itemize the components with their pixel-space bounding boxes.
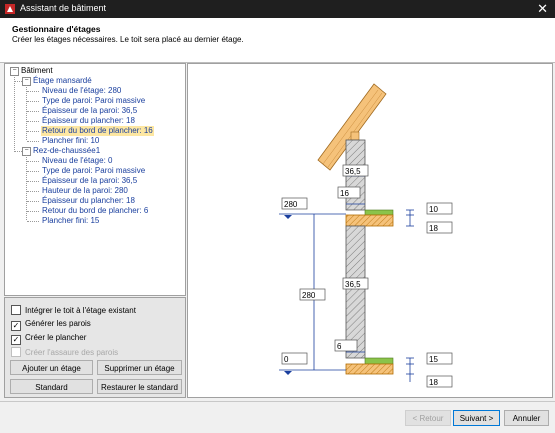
dim-upper-wall-thickness[interactable]: 36,5 [342, 164, 369, 177]
dim-upper-finish[interactable]: 10 [426, 202, 453, 215]
checkbox-label: Générer les parois [25, 319, 91, 328]
svg-text:36,5: 36,5 [345, 167, 361, 176]
close-icon[interactable]: ✕ [537, 1, 548, 17]
tree-item[interactable]: Plancher fini: 15 [42, 216, 99, 226]
upper-floor-finish [364, 209, 394, 216]
dim-wall-height[interactable]: 280 [299, 288, 326, 301]
tree-root[interactable]: Bâtiment [21, 66, 53, 76]
checkbox-icon[interactable] [11, 305, 21, 315]
dim-lower-finish[interactable]: 15 [426, 352, 453, 365]
title-bar: Assistant de bâtiment ✕ [0, 0, 555, 18]
dim-lower-level[interactable]: 0 [281, 352, 308, 365]
tree-floor-ground[interactable]: Rez-de-chaussée1 [33, 146, 100, 156]
app-icon [5, 4, 15, 14]
tree-item[interactable]: Type de paroi: Paroi massive [42, 166, 145, 176]
tree-item-selected[interactable]: Retour du bord de plancher: 16 [41, 126, 154, 136]
standard-button[interactable]: Standard [10, 379, 93, 394]
generate-walls-checkbox[interactable]: ✓ Générer les parois [11, 319, 91, 331]
options-panel: Intégrer le toit à l'étage existant ✓ Gén… [4, 297, 186, 398]
cancel-button[interactable]: Annuler [504, 410, 549, 426]
dim-lower-wall-thickness[interactable]: 36,5 [342, 277, 369, 290]
checkmark-icon[interactable]: ✓ [11, 321, 21, 331]
tree-item[interactable]: Épaisseur du plancher: 18 [42, 196, 135, 206]
create-floor-checkbox[interactable]: ✓ Créer le plancher [11, 333, 86, 345]
tree-item[interactable]: Épaisseur du plancher: 18 [42, 116, 135, 126]
floor-tree[interactable]: − Bâtiment − Étage mansardé Niveau de l'… [4, 63, 186, 296]
level-marker-icon [284, 215, 292, 219]
svg-text:36,5: 36,5 [345, 280, 361, 289]
svg-text:10: 10 [429, 205, 438, 214]
checkbox-label: Créer l'assaure des parois [25, 348, 119, 357]
window-title: Assistant de bâtiment [20, 3, 107, 13]
svg-text:16: 16 [340, 189, 349, 198]
delete-floor-button[interactable]: Supprimer un étage [97, 360, 182, 375]
page-subtitle: Créer les étages nécessaires. Le toit se… [12, 35, 244, 44]
dim-upper-level[interactable]: 280 [281, 197, 308, 210]
dim-lower-floor-return[interactable]: 6 [334, 339, 358, 352]
expand-root-icon[interactable]: − [10, 67, 19, 76]
level-marker-icon [284, 371, 292, 375]
tree-item[interactable]: Plancher fini: 10 [42, 136, 99, 146]
checkbox-label: Créer le plancher [25, 333, 87, 342]
svg-text:15: 15 [429, 355, 438, 364]
wizard-footer: < Retour Suivant > Annuler [0, 401, 555, 433]
checkbox-label: Intégrer le toit à l'étage existant [25, 306, 136, 315]
tree-item[interactable]: Épaisseur de la paroi: 36,5 [42, 176, 137, 186]
svg-text:18: 18 [429, 378, 438, 387]
section-drawing: 36,5 16 280 10 18 280 36,5 6 0 15 18 [279, 83, 453, 388]
create-framing-checkbox: Créer l'assaure des parois [11, 347, 118, 357]
checkmark-icon[interactable]: ✓ [11, 335, 21, 345]
restore-standard-button[interactable]: Restaurer le standard [97, 379, 182, 394]
section-preview: 36,5 16 280 10 18 280 36,5 6 0 15 18 [187, 63, 553, 398]
checkbox-icon [11, 347, 21, 357]
next-button[interactable]: Suivant > [453, 410, 500, 426]
page-title: Gestionnaire d'étages [12, 24, 101, 34]
tree-item[interactable]: Type de paroi: Paroi massive [42, 96, 145, 106]
tree-item[interactable]: Niveau de l'étage: 0 [42, 156, 112, 166]
dim-lower-slab[interactable]: 18 [426, 375, 453, 388]
dim-upper-floor-return[interactable]: 16 [337, 186, 361, 199]
wizard-header: Gestionnaire d'étages Créer les étages n… [0, 18, 555, 63]
lower-floor-finish [364, 357, 394, 365]
svg-text:18: 18 [429, 224, 438, 233]
tree-item[interactable]: Hauteur de la paroi: 280 [42, 186, 128, 196]
back-button: < Retour [405, 410, 451, 426]
add-floor-button[interactable]: Ajouter un étage [10, 360, 93, 375]
integrate-roof-checkbox[interactable]: Intégrer le toit à l'étage existant [11, 305, 136, 315]
tree-item[interactable]: Retour du bord de plancher: 6 [42, 206, 148, 216]
svg-text:280: 280 [302, 291, 316, 300]
svg-text:0: 0 [284, 355, 289, 364]
tree-item[interactable]: Épaisseur de la paroi: 36,5 [42, 106, 137, 116]
svg-text:6: 6 [337, 342, 342, 351]
dim-upper-slab[interactable]: 18 [426, 221, 453, 234]
tree-floor-attic[interactable]: Étage mansardé [33, 76, 92, 86]
svg-text:280: 280 [284, 200, 298, 209]
tree-item[interactable]: Niveau de l'étage: 280 [42, 86, 121, 96]
